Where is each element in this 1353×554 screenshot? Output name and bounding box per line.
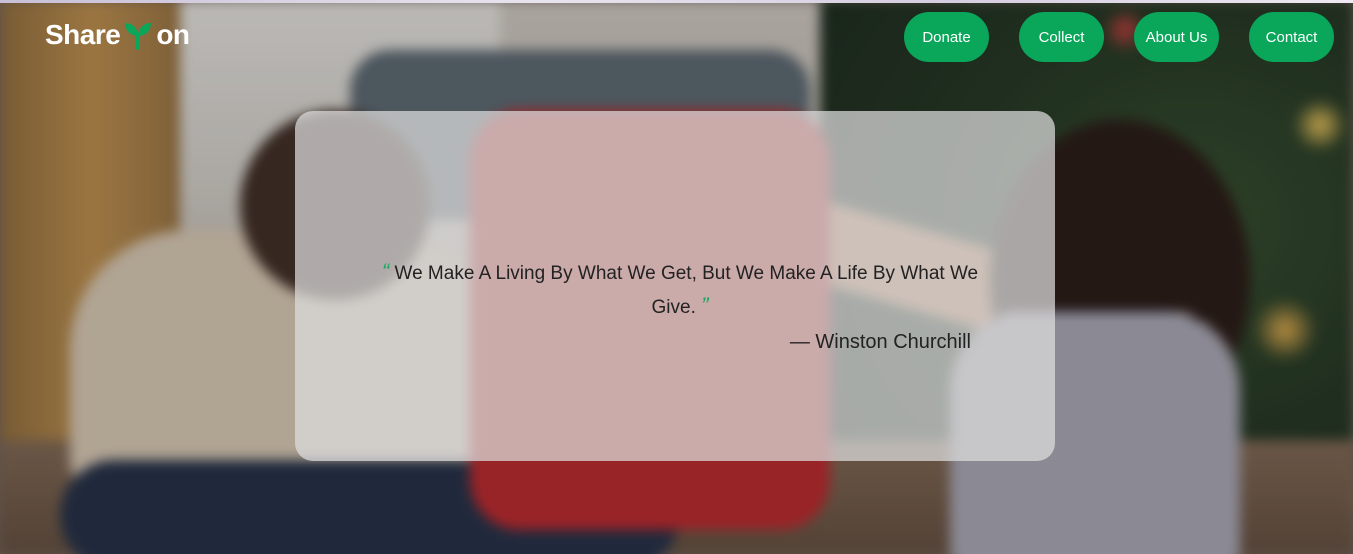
nav-donate-button[interactable]: Donate	[904, 12, 989, 62]
quote-card: “ We Make A Living By What We Get, But W…	[295, 111, 1055, 461]
nav-collect-button[interactable]: Collect	[1019, 12, 1104, 62]
quote-text-block: “ We Make A Living By What We Get, But W…	[365, 256, 995, 324]
nav-about-us-button[interactable]: About Us	[1134, 12, 1219, 62]
brand-name-part1: Share	[45, 19, 121, 50]
open-quote-mark: “	[381, 259, 390, 284]
close-quote-mark: ”	[701, 293, 709, 318]
quote-text: We Make A Living By What We Get, But We …	[394, 263, 979, 318]
brand-logo[interactable]: Share on	[45, 18, 190, 52]
hero-section: Share on Donate Collect About Us Contact…	[0, 0, 1353, 554]
nav-contact-button[interactable]: Contact	[1249, 12, 1334, 62]
brand-name-part2: on	[156, 19, 190, 50]
quote-author: — Winston Churchill	[789, 331, 971, 353]
sprout-icon	[125, 23, 152, 50]
top-accent-strip	[0, 0, 1353, 3]
